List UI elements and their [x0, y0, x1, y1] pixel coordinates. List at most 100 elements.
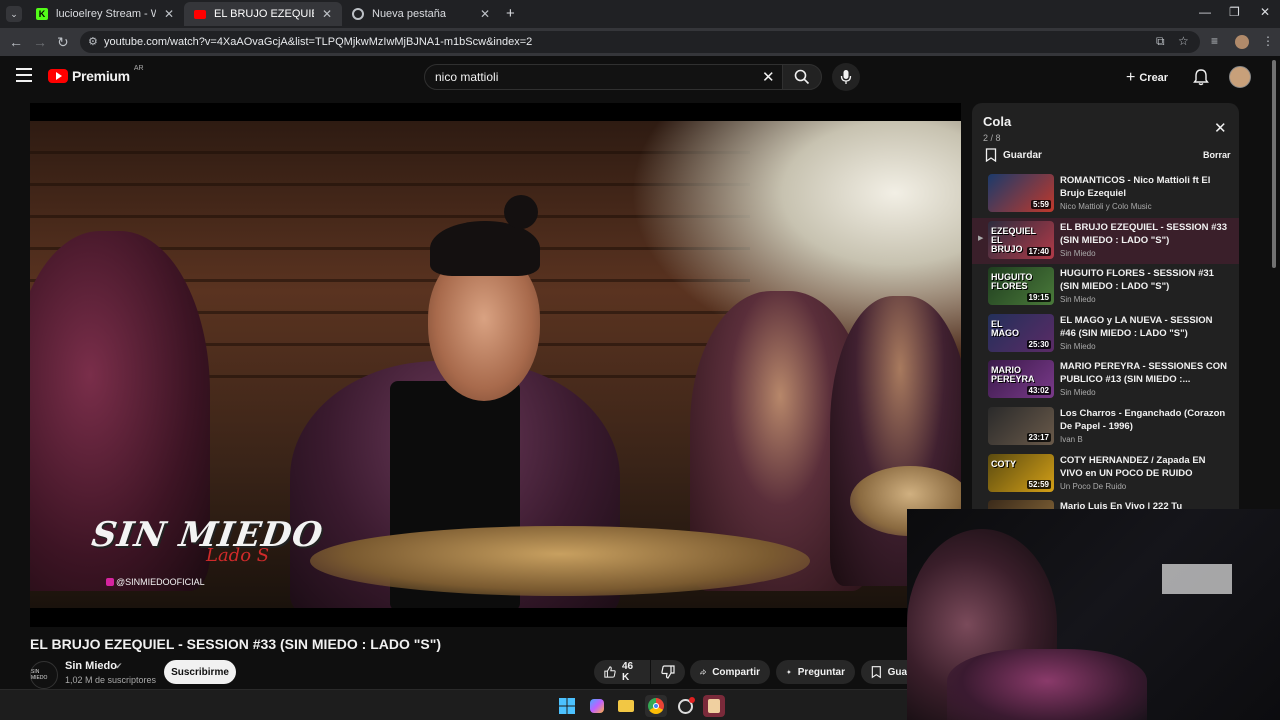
video-player[interactable]: SIN MIEDO Lado S @SINMIEDOOFICIAL — [30, 103, 961, 627]
plus-icon: + — [1126, 69, 1136, 86]
video-duration: 25:30 — [1026, 339, 1051, 349]
bell-icon — [1193, 69, 1209, 86]
queue-item[interactable]: EL MAGO 25:30 EL MAGO y LA NUEVA - SESSION… — [972, 311, 1239, 357]
queue-item[interactable]: 5:59 ROMANTICOS - Nico Mattioli ft El Bru… — [972, 171, 1239, 217]
new-tab-button[interactable]: + — [506, 5, 515, 22]
subscribe-button[interactable]: Suscribirme — [164, 660, 236, 684]
create-button[interactable]: + Crear — [1126, 69, 1168, 87]
restore-icon[interactable]: ❐ — [1229, 5, 1240, 19]
tab-title: lucioelrey Stream - Watch Live o — [56, 8, 156, 20]
browser-tab-youtube[interactable]: EL BRUJO EZEQUIEL - SESSION ✕ — [184, 2, 342, 26]
reading-list-icon[interactable]: ≡ — [1211, 34, 1218, 48]
queue-thumbnail: HUGUITO FLORES 19:15 — [988, 267, 1054, 306]
close-tab-icon[interactable]: ✕ — [480, 7, 490, 21]
obs-icon[interactable] — [674, 695, 696, 717]
install-app-icon[interactable]: ⧉ — [1156, 34, 1165, 49]
like-count: 46 K — [621, 661, 634, 683]
channel-name[interactable]: Sin Miedo — [65, 660, 117, 672]
queue-save-button[interactable]: Guardar — [985, 148, 1042, 162]
windows-start-icon[interactable] — [556, 695, 578, 717]
queue-position: 2 / 8 — [983, 133, 1001, 143]
voice-search-button[interactable] — [832, 63, 860, 91]
close-window-icon[interactable]: ✕ — [1260, 5, 1270, 19]
queue-item[interactable]: HUGUITO FLORES 19:15 HUGUITO FLORES - SESS… — [972, 264, 1239, 310]
search-button[interactable] — [782, 64, 822, 90]
queue-item[interactable]: 23:17 Los Charros - Enganchado (Corazon D… — [972, 404, 1239, 450]
tab-search-icon[interactable]: ⌄ — [6, 6, 22, 22]
copilot-icon[interactable] — [586, 695, 608, 717]
subscriber-count: 1,02 M de suscriptores — [65, 675, 157, 685]
queue-item[interactable]: COTY 52:59 COTY HERNANDEZ / Zapada EN VIVO… — [972, 451, 1239, 497]
chrome-menu-icon[interactable]: ⋮ — [1262, 34, 1274, 48]
streaming-app-icon[interactable] — [703, 695, 725, 717]
youtube-icon — [194, 9, 206, 19]
account-avatar[interactable] — [1229, 66, 1251, 88]
notifications-button[interactable] — [1193, 68, 1209, 91]
chrome-taskbar-icon[interactable] — [645, 695, 667, 717]
forward-icon[interactable]: → — [33, 34, 47, 50]
queue-item[interactable]: ▶ EZEQUIEL EL BRUJO 17:40 EL BRUJO EZEQUIEL… — [972, 217, 1239, 264]
file-explorer-icon[interactable] — [615, 695, 637, 717]
queue-title: Cola — [983, 114, 1012, 129]
video-duration: 52:59 — [1026, 479, 1051, 489]
video-title: EL BRUJO EZEQUIEL - SESSION #33 (SIN MIE… — [30, 636, 442, 652]
thumbs-up-icon — [604, 666, 616, 678]
minimize-icon[interactable]: — — [1199, 5, 1211, 19]
site-info-icon[interactable]: ⚙ — [88, 35, 98, 48]
channel-avatar[interactable]: SIN MIEDO — [30, 661, 58, 689]
chrome-icon — [352, 8, 364, 20]
now-playing-icon: ▶ — [978, 234, 984, 242]
thumbnail-text: COTY — [991, 458, 1017, 469]
share-icon — [700, 669, 707, 675]
country-code: AR — [133, 64, 144, 72]
watermark-subtitle: Lado S — [206, 545, 270, 566]
close-tab-icon[interactable]: ✕ — [322, 7, 332, 21]
share-label: Compartir — [712, 666, 760, 678]
ask-button[interactable]: Preguntar — [776, 660, 855, 684]
browser-tab-kick[interactable]: K lucioelrey Stream - Watch Live o ✕ — [26, 2, 184, 26]
queue-item-channel: Sin Miedo — [1060, 295, 1096, 305]
queue-item-channel: Sin Miedo — [1060, 248, 1096, 258]
dislike-button[interactable] — [651, 660, 685, 684]
queue-thumbnail: MARIO PEREYRA 43:02 — [988, 360, 1054, 399]
thumbnail-text: EZEQUIEL EL BRUJO — [991, 225, 1036, 254]
queue-item-channel: Sin Miedo — [1060, 388, 1096, 398]
search-icon — [794, 69, 810, 85]
close-queue-icon[interactable]: ✕ — [1214, 119, 1227, 137]
watermark-handle: @SINMIEDOOFICIAL — [106, 577, 205, 587]
thumbnail-text: MARIO PEREYRA — [991, 365, 1035, 385]
queue-thumbnail: EL MAGO 25:30 — [988, 313, 1054, 352]
queue-item-channel: Un Poco De Ruido — [1060, 481, 1127, 491]
url-input[interactable]: ⚙ youtube.com/watch?v=4XaAOvaGcjA&list=T… — [80, 31, 1200, 53]
queue-panel: Cola 2 / 8 ✕ Guardar Borrar 5:59 ROMANTIC… — [972, 103, 1239, 511]
search-input-value: nico mattioli — [435, 70, 499, 84]
share-button[interactable]: Compartir — [690, 660, 770, 684]
hamburger-menu-icon[interactable] — [16, 68, 32, 82]
windows-taskbar — [0, 689, 907, 720]
search-input[interactable]: nico mattioli — [424, 64, 788, 90]
profile-avatar[interactable] — [1235, 35, 1249, 49]
queue-thumbnail: EZEQUIEL EL BRUJO 17:40 — [988, 220, 1054, 259]
queue-item-title: ROMANTICOS - Nico Mattioli ft El Brujo E… — [1060, 175, 1211, 199]
youtube-premium-logo[interactable]: Premium AR — [48, 64, 144, 84]
like-button[interactable]: 46 K — [594, 660, 650, 684]
queue-thumbnail: 5:59 — [988, 174, 1054, 212]
queue-item-channel: Nico Mattioli y Colo Music — [1060, 202, 1152, 211]
close-tab-icon[interactable]: ✕ — [164, 7, 174, 21]
logo-text: Premium — [72, 68, 130, 84]
kick-icon: K — [36, 8, 48, 20]
page-scrollbar[interactable] — [1272, 60, 1276, 268]
url-text: youtube.com/watch?v=4XaAOvaGcjA&list=TLP… — [104, 36, 533, 48]
bookmark-star-icon[interactable]: ☆ — [1178, 34, 1189, 48]
queue-clear-button[interactable]: Borrar — [1203, 150, 1231, 160]
reload-icon[interactable]: ↻ — [57, 34, 69, 51]
back-icon[interactable]: ← — [9, 34, 23, 50]
browser-tab-new[interactable]: Nueva pestaña ✕ — [342, 2, 500, 26]
clear-search-icon[interactable]: ✕ — [762, 68, 775, 86]
video-duration: 5:59 — [1030, 200, 1051, 209]
queue-item[interactable]: MARIO PEREYRA 43:02 MARIO PEREYRA - SESSIO… — [972, 357, 1239, 403]
video-duration: 19:15 — [1026, 293, 1051, 303]
verified-badge-icon: ✔ — [115, 661, 123, 671]
webcam-overlay — [907, 509, 1280, 720]
tab-title: EL BRUJO EZEQUIEL - SESSION — [214, 8, 314, 20]
